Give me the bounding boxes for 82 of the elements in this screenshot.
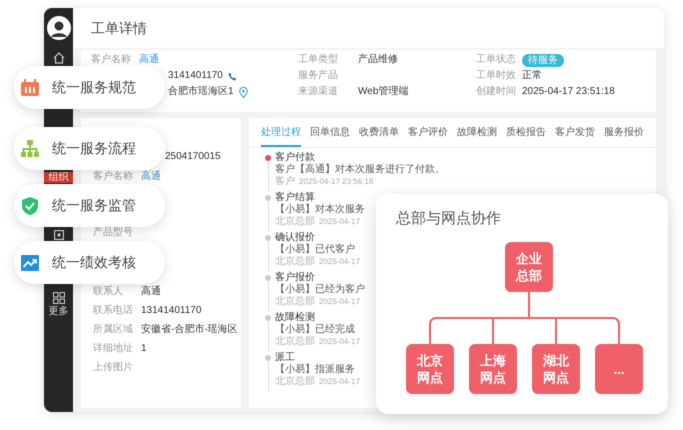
tab[interactable]: 收费清单 (359, 127, 399, 147)
event-source: 北京总部 (275, 296, 315, 308)
event-text: 【小易】已经完成 (275, 324, 356, 336)
sidebar-item[interactable]: 组织 (44, 172, 73, 183)
org-node: 北京网点 (406, 344, 454, 394)
event-time: 2025-04-17 (319, 376, 360, 388)
event-text: 客户【高通】对本次服务进行了付款。 (275, 164, 445, 176)
event-time: 2025-04-17 (319, 216, 360, 228)
event-title: 客户付款 (275, 152, 316, 164)
field-label: 所属区域 (93, 324, 134, 336)
location-pin-icon (238, 86, 248, 98)
event-title: 派工 (275, 352, 296, 364)
event-text: 【小易】指派服务 (275, 364, 356, 376)
field-label: 详细地址 (93, 343, 134, 355)
tab[interactable]: 服务报价 (604, 127, 644, 147)
field-value: Web管理端 (358, 86, 408, 98)
feature-label: 统一服务监管 (52, 196, 136, 215)
field-label: 来源渠道 (298, 86, 339, 98)
event-time: 2025-04-17 (319, 336, 360, 348)
field-label: 工单时效 (476, 70, 517, 82)
customer-link[interactable]: 高通 (141, 171, 161, 183)
field-label: 客户名称 (93, 171, 134, 183)
field-value: 2504170015 (165, 151, 221, 163)
event-title: 客户报价 (275, 272, 316, 284)
status-badge: 待服务 (522, 54, 564, 66)
tab[interactable]: 回单信息 (310, 127, 350, 147)
org-node: 企业总部 (505, 242, 553, 292)
event-text: 【小易】已经为客户 (275, 284, 365, 296)
event-time: 2025-04-17 (319, 256, 360, 268)
trend-chart-icon (20, 252, 40, 272)
page-title: 工单详情 (91, 18, 147, 38)
event-source: 北京总部 (275, 216, 315, 228)
field-value: 3141401170 (168, 70, 223, 82)
home-icon[interactable] (52, 52, 64, 64)
field-label: 联系电话 (93, 305, 134, 317)
field-value: 13141401170 (141, 305, 202, 317)
event-text: 【小易】对本次服务 (275, 204, 365, 216)
tab[interactable]: 客户发货 (555, 127, 595, 147)
feature-label: 统一服务规范 (52, 78, 136, 97)
event-title: 客户结算 (275, 192, 316, 204)
event-time: 2025-04-17 (319, 296, 360, 308)
field-value: 产品维修 (358, 54, 398, 66)
customer-link[interactable]: 高通 (139, 54, 159, 66)
field-value: 高通 (141, 286, 161, 298)
field-label: 创建时间 (476, 86, 517, 98)
grid-icon[interactable] (52, 292, 64, 304)
field-label: 上传图片 (93, 362, 134, 374)
card-title: 总部与网点协作 (396, 209, 501, 229)
field-label: 工单状态 (476, 54, 517, 66)
feature-label: 统一绩效考核 (52, 253, 136, 272)
field-label: 客户名称 (91, 54, 132, 66)
sidebar-label[interactable]: 更多 (48, 306, 68, 318)
tab[interactable]: 客户评价 (408, 127, 448, 147)
event-source: 北京总部 (275, 256, 315, 268)
field-value: 正常 (522, 70, 542, 82)
event-time: 2025-04-17 23:56:18 (299, 176, 374, 188)
event-source: 北京总部 (275, 336, 315, 348)
field-value: 2025-04-17 23:51:18 (522, 86, 615, 98)
field-value: 1 (141, 343, 147, 355)
field-value: 合肥市瑶海区1 (168, 86, 234, 98)
org-node: ... (595, 344, 643, 394)
field-label: 服务产品 (298, 70, 339, 82)
event-source: 客户 (275, 176, 295, 188)
field-label: 产品型号 (93, 227, 134, 239)
event-title: 故障检测 (275, 312, 316, 324)
org-node: 湖北网点 (532, 344, 580, 394)
event-text: 【小易】已代客户 (275, 244, 356, 256)
feature-label: 统一服务流程 (52, 139, 136, 158)
field-value: 安徽省-合肥市-瑶海区 (141, 324, 238, 336)
event-title: 确认报价 (275, 232, 316, 244)
bar-chart-icon (20, 78, 40, 98)
tab[interactable]: 质检报告 (506, 127, 546, 147)
square-icon[interactable] (54, 230, 64, 240)
avatar-icon (46, 16, 70, 40)
event-source: 北京总部 (275, 376, 315, 388)
shield-check-icon (20, 196, 40, 216)
hierarchy-icon (20, 138, 40, 158)
field-label: 联系人 (93, 286, 124, 298)
tab[interactable]: 故障检测 (457, 127, 497, 147)
phone-icon[interactable] (228, 72, 237, 80)
org-node: 上海网点 (469, 344, 517, 394)
field-label: 工单类型 (298, 54, 339, 66)
